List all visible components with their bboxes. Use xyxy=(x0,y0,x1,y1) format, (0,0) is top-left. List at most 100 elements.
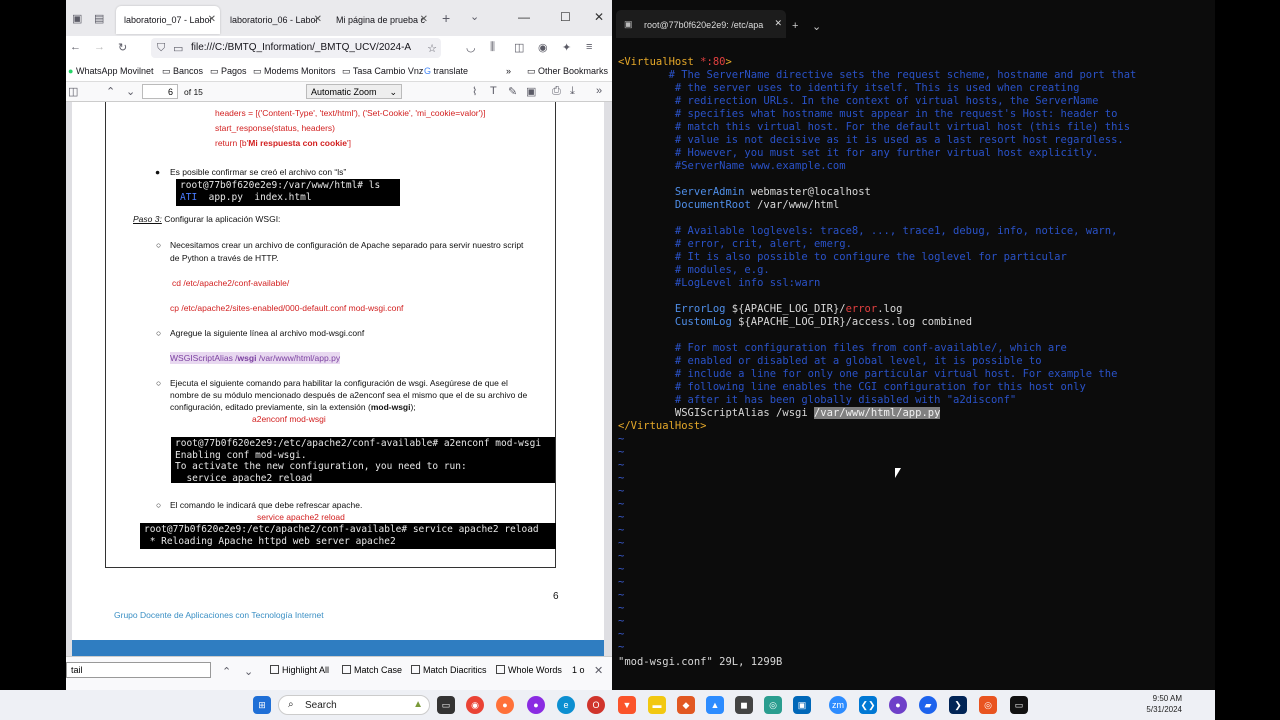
vscode-icon[interactable]: ❮❯ xyxy=(859,696,877,714)
highlight-icon[interactable]: ⌇ xyxy=(472,85,477,98)
zoom-select[interactable]: Automatic Zoom ⌄ xyxy=(306,84,402,99)
find-next-icon[interactable]: ⌄ xyxy=(244,665,253,678)
taskbar-search[interactable]: ⌕ Search ▲ xyxy=(278,695,430,715)
globe-icon[interactable]: ◎ xyxy=(764,696,782,714)
page-total: of 15 xyxy=(184,87,203,97)
bookmark-whatsapp[interactable]: ● WhatsApp Movilnet xyxy=(68,66,154,76)
tab-laboratorio-07[interactable]: laboratorio_07 - Labor ✕ xyxy=(116,6,220,34)
chevron-down-icon: ⌄ xyxy=(389,87,397,97)
star-icon[interactable]: ☆ xyxy=(427,42,437,55)
sidebar-toggle-icon[interactable]: ◫ xyxy=(68,85,78,98)
terminal-screenshot: root@77b0f620e2e9:/etc/apache2/conf-avai… xyxy=(171,437,555,483)
find-count: 1 o xyxy=(572,665,585,675)
firefox-dev-icon[interactable]: ● xyxy=(527,696,545,714)
bullet-icon: ● xyxy=(155,167,161,177)
vim-buffer[interactable]: <VirtualHost *:80> # The ServerName dire… xyxy=(618,43,1213,680)
back-icon[interactable]: ← xyxy=(70,41,81,53)
minimize-icon[interactable]: — xyxy=(518,10,530,24)
firefox-view-icon[interactable]: ▤ xyxy=(94,12,104,25)
close-icon[interactable]: ✕ xyxy=(594,664,603,677)
powershell-icon[interactable]: ❯ xyxy=(949,696,967,714)
sidebar-icon[interactable]: ◫ xyxy=(514,41,524,54)
print-icon[interactable]: ⎙ xyxy=(552,85,561,98)
bookmark-bancos[interactable]: ▭ Bancos xyxy=(162,66,203,77)
app-icon[interactable]: ◆ xyxy=(677,696,695,714)
comment-line: # modules, e.g. xyxy=(618,264,770,276)
bookmark-modems[interactable]: ▭ Modems Monitors xyxy=(253,66,336,77)
image-icon[interactable]: ▣ xyxy=(526,85,536,98)
close-icon[interactable]: ✕ xyxy=(208,14,216,25)
chevron-down-icon[interactable]: ⌄ xyxy=(470,10,479,23)
tab-list-icon[interactable]: ▣ xyxy=(72,12,82,25)
tab-laboratorio-06[interactable]: laboratorio_06 - Labor ✕ xyxy=(222,6,326,34)
account-icon[interactable]: ◉ xyxy=(538,41,548,54)
comment-line: # Available loglevels: trace8, ..., trac… xyxy=(618,225,1118,237)
start-icon[interactable]: ⊞ xyxy=(253,696,271,714)
search-highlight-icon: ▲ xyxy=(413,699,423,710)
previous-page-icon[interactable]: ⌃ xyxy=(106,85,115,98)
cube-icon[interactable]: ◼ xyxy=(735,696,753,714)
find-input[interactable]: tail xyxy=(66,662,211,678)
more-tools-icon[interactable]: » xyxy=(596,85,602,97)
file-explorer-icon[interactable]: ▬ xyxy=(648,696,666,714)
menu-icon[interactable]: ≡ xyxy=(586,41,592,53)
chrome-icon[interactable]: ◉ xyxy=(466,696,484,714)
tab-mi-pagina[interactable]: Mi página de prueba c ✕ xyxy=(328,6,432,34)
maximize-icon[interactable]: ☐ xyxy=(560,10,571,24)
page-number-input[interactable]: 6 xyxy=(142,84,178,99)
bookmark-other[interactable]: ▭ Other Bookmarks xyxy=(527,66,608,77)
match-case-checkbox[interactable]: Match Case xyxy=(342,665,402,675)
next-page-icon[interactable]: ⌄ xyxy=(126,85,135,98)
virtualhost-close: </VirtualHost> xyxy=(618,420,707,432)
find-previous-icon[interactable]: ⌃ xyxy=(222,665,231,678)
bookmark-translate[interactable]: G translate xyxy=(424,66,468,76)
comment-line: # after it has been globally disabled wi… xyxy=(618,394,1017,406)
close-icon[interactable]: ✕ xyxy=(774,18,782,29)
bullet-text: Es posible confirmar se creó el archivo … xyxy=(170,167,347,177)
close-icon[interactable]: ✕ xyxy=(314,14,322,25)
terminal-screenshot: root@77b0f620e2e9:/etc/apache2/conf-avai… xyxy=(140,523,556,549)
command-text: service apache2 reload xyxy=(257,512,345,522)
vpn-icon[interactable]: ▲ xyxy=(706,696,724,714)
new-tab-icon[interactable]: + xyxy=(792,20,798,32)
close-window-icon[interactable]: ✕ xyxy=(594,10,604,24)
draw-icon[interactable]: ✎ xyxy=(508,85,517,98)
task-view-icon[interactable]: ▭ xyxy=(437,696,455,714)
chevron-down-icon[interactable]: ⌄ xyxy=(812,20,821,33)
opera-icon[interactable]: O xyxy=(587,696,605,714)
save-icon[interactable]: ⤓ xyxy=(570,85,575,98)
terminal-tab-title: root@77b0f620e2e9: /etc/apa xyxy=(644,20,764,30)
footer-band xyxy=(72,640,604,656)
bookmark-tasa[interactable]: ▭ Tasa Cambio Vnz xyxy=(342,66,423,77)
circle-bullet-icon: ○ xyxy=(156,500,162,510)
new-tab-icon[interactable]: + xyxy=(442,10,450,26)
app-icon[interactable]: ▣ xyxy=(793,696,811,714)
ubuntu-icon[interactable]: ◎ xyxy=(979,696,997,714)
clock[interactable]: 9:50 AM 5/31/2024 xyxy=(1142,693,1182,715)
comment-line: # For most configuration files from conf… xyxy=(618,342,1067,354)
brave-icon[interactable]: ▼ xyxy=(618,696,636,714)
tilde-line: ~ xyxy=(618,641,625,653)
text-icon[interactable]: T xyxy=(490,85,497,97)
whole-words-checkbox[interactable]: Whole Words xyxy=(496,665,562,675)
close-icon[interactable]: ✕ xyxy=(420,14,428,25)
edge-icon[interactable]: e xyxy=(557,696,575,714)
firefox-icon[interactable]: ● xyxy=(496,696,514,714)
more-bookmarks-icon[interactable]: » xyxy=(506,66,511,76)
terminal-icon[interactable]: ▭ xyxy=(1010,696,1028,714)
terminal-tab[interactable]: ▣ root@77b0f620e2e9: /etc/apa ✕ xyxy=(616,10,786,38)
forward-icon[interactable]: → xyxy=(94,41,105,53)
url-bar[interactable]: ⛉ ▭ file:///C:/BMTQ_Information/_BMTQ_UC… xyxy=(151,38,441,58)
zoom-icon[interactable]: zm xyxy=(829,696,847,714)
bookmark-pagos[interactable]: ▭ Pagos xyxy=(210,66,247,77)
extensions-icon[interactable]: ✦ xyxy=(562,41,571,54)
github-icon[interactable]: ● xyxy=(889,696,907,714)
library-icon[interactable]: ⫼ xyxy=(490,41,495,54)
customlog-line: CustomLog ${APACHE_LOG_DIR}/access.log c… xyxy=(674,316,973,328)
reload-icon[interactable]: ↻ xyxy=(118,41,127,54)
match-diacritics-checkbox[interactable]: Match Diacritics xyxy=(411,665,487,675)
comment-line: # It is also possible to configure the l… xyxy=(618,251,1067,263)
docker-icon[interactable]: ▰ xyxy=(919,696,937,714)
pocket-icon[interactable]: ◡ xyxy=(466,41,476,54)
highlight-all-checkbox[interactable]: Highlight All xyxy=(270,665,329,675)
